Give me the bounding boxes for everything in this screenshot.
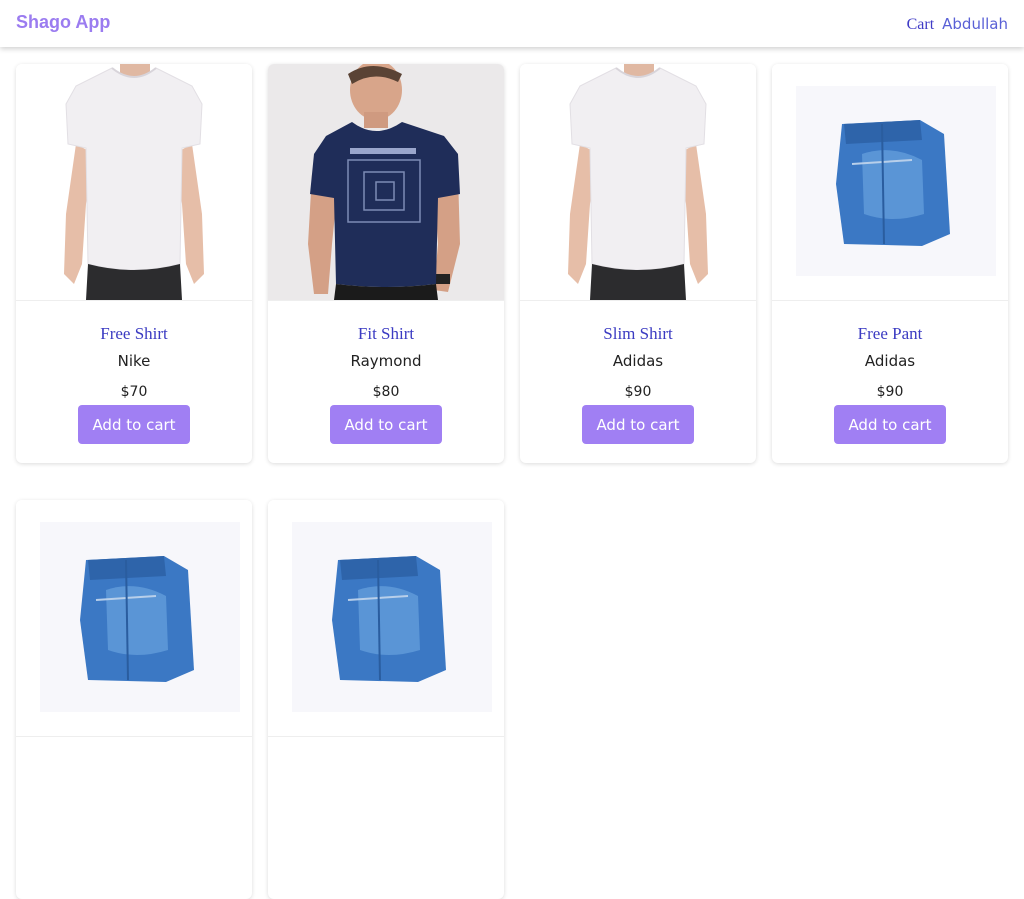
- product-image-link[interactable]: [520, 64, 756, 301]
- product-title-link[interactable]: Slim Shirt: [520, 324, 756, 344]
- product-card: Free Pant Adidas $90 Add to cart: [772, 64, 1008, 463]
- product-price: $80: [372, 384, 400, 400]
- add-to-cart-button[interactable]: Add to cart: [582, 405, 694, 444]
- add-to-cart-button[interactable]: Add to cart: [78, 405, 190, 444]
- product-price: $90: [624, 384, 652, 400]
- folded-jeans-image: [772, 64, 1008, 300]
- brand-logo-link[interactable]: Shago App: [16, 12, 110, 33]
- product-card: Free Shirt Nike $70 Add to cart: [16, 64, 252, 463]
- white-tshirt-image: [520, 64, 756, 300]
- product-card: Slim Shirt Adidas $90 Add to cart: [520, 64, 756, 463]
- navbar-links: Cart Abdullah: [907, 15, 1008, 34]
- product-image-link[interactable]: [16, 500, 252, 737]
- product-brand: Nike: [117, 352, 151, 370]
- folded-jeans-image: [16, 500, 252, 736]
- product-card: [16, 500, 252, 899]
- user-menu-link[interactable]: Abdullah: [942, 15, 1008, 33]
- navbar: Shago App Cart Abdullah: [0, 0, 1024, 47]
- white-tshirt-image: [16, 64, 252, 300]
- product-image-link[interactable]: [268, 500, 504, 737]
- product-title-link[interactable]: Free Shirt: [16, 324, 252, 344]
- product-card: Fit Shirt Raymond $80 Add to cart: [268, 64, 504, 463]
- navy-tshirt-image: [268, 64, 504, 300]
- product-price: $90: [876, 384, 904, 400]
- product-title-link[interactable]: Free Pant: [772, 324, 1008, 344]
- product-image-link[interactable]: [16, 64, 252, 301]
- folded-jeans-image: [268, 500, 504, 736]
- product-title-link[interactable]: Fit Shirt: [268, 324, 504, 344]
- product-brand: Raymond: [350, 352, 422, 370]
- product-image-link[interactable]: [772, 64, 1008, 301]
- add-to-cart-button[interactable]: Add to cart: [330, 405, 442, 444]
- cart-link[interactable]: Cart: [907, 16, 935, 34]
- product-brand: Adidas: [612, 352, 664, 370]
- product-card: [268, 500, 504, 899]
- product-price: $70: [120, 384, 148, 400]
- product-image-link[interactable]: [268, 64, 504, 301]
- add-to-cart-button[interactable]: Add to cart: [834, 405, 946, 444]
- product-brand: Adidas: [864, 352, 916, 370]
